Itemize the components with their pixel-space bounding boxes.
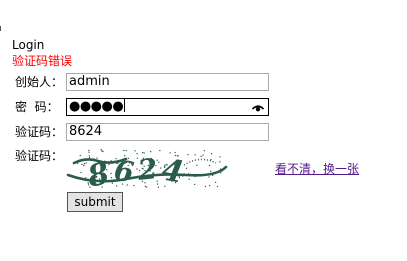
captcha-noise-dot: [210, 159, 212, 161]
captcha-noise-dot: [134, 150, 136, 152]
captcha-noise-dot: [88, 151, 90, 153]
captcha-noise-dot: [81, 163, 83, 165]
captcha-noise-dot: [203, 150, 205, 152]
captcha-noise-dot: [219, 156, 221, 158]
captcha-noise-dot: [211, 153, 213, 155]
captcha-noise-dot: [208, 164, 211, 166]
captcha-noise-dot: [174, 151, 176, 154]
captcha-image: 8 6 2 4: [66, 145, 228, 195]
captcha-noise-dot: [125, 150, 127, 152]
password-input[interactable]: ●●●●●: [66, 98, 269, 116]
captcha-noise-dot: [146, 186, 148, 188]
captcha-noise-dot: [88, 149, 90, 151]
password-masked-value: ●●●●●: [69, 99, 124, 114]
username-label: 创始人：: [15, 75, 64, 89]
captcha-noise-dot: [219, 161, 221, 163]
captcha-noise-dot: [202, 154, 204, 156]
captcha-noise-dot: [208, 176, 210, 178]
text-caret: [124, 99, 126, 112]
page-title: Login: [12, 38, 45, 52]
captcha-noise-dot: [215, 181, 217, 183]
captcha-noise-dot: [110, 172, 112, 175]
captcha-char: 4: [159, 153, 186, 191]
captcha-noise-dot: [194, 154, 196, 156]
password-label: 密 码：: [15, 100, 59, 114]
eye-icon[interactable]: [251, 102, 265, 112]
captcha-noise-dot: [210, 170, 212, 172]
captcha-noise-dot: [85, 177, 87, 179]
error-message: 验证码错误: [12, 54, 73, 68]
username-input[interactable]: admin: [66, 73, 269, 91]
captcha-image-label: 验证码：: [15, 149, 64, 163]
captcha-char: 2: [135, 152, 159, 187]
captcha-noise-dot: [79, 154, 81, 157]
captcha-noise-dot: [204, 185, 206, 187]
captcha-noise-dot: [83, 164, 85, 166]
captcha-noise-dot: [100, 149, 102, 151]
captcha-noise-dot: [216, 185, 219, 188]
captcha-noise-dot: [185, 167, 188, 169]
captcha-input[interactable]: 8624: [66, 123, 269, 141]
captcha-noise-dot: [156, 159, 158, 161]
captcha-noise-dot: [101, 150, 103, 152]
captcha-noise-dot: [158, 161, 160, 163]
captcha-noise-dot: [102, 150, 104, 153]
refresh-captcha-link[interactable]: 看不清，换一张: [275, 160, 359, 177]
captcha-noise-dot: [188, 178, 190, 180]
captcha-noise-dot: [209, 185, 211, 187]
page-edge-marker: [0, 26, 1, 31]
captcha-noise-dot: [88, 155, 90, 157]
captcha-noise-dot: [123, 149, 125, 151]
captcha-noise-dot: [187, 154, 189, 156]
captcha-input-label: 验证码：: [15, 125, 64, 139]
captcha-noise-dot: [108, 164, 110, 166]
captcha-noise-dot: [200, 155, 202, 157]
captcha-noise-dot: [196, 164, 198, 166]
captcha-noise-dot: [159, 149, 161, 152]
submit-button[interactable]: submit: [67, 192, 123, 212]
captcha-noise-dot: [133, 184, 135, 187]
captcha-noise-dot: [88, 157, 91, 159]
captcha-char: 6: [112, 154, 136, 189]
captcha-noise-dot: [160, 167, 162, 169]
captcha-noise-dot: [194, 183, 196, 185]
username-value: admin: [69, 74, 110, 89]
captcha-input-value: 8624: [69, 124, 103, 139]
captcha-noise-dot: [110, 177, 113, 179]
captcha-noise-dot: [80, 171, 82, 173]
